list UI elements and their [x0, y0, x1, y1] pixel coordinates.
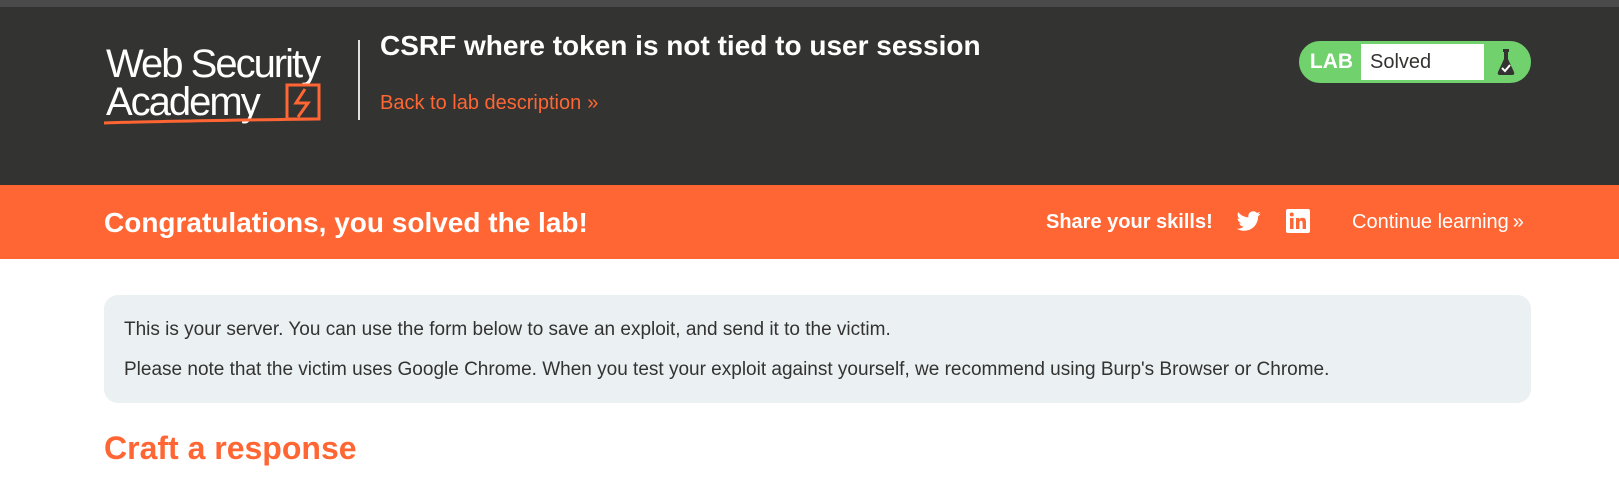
- server-info-box: This is your server. You can use the for…: [104, 295, 1531, 403]
- flask-icon: [1485, 44, 1528, 80]
- continue-learning-link[interactable]: Continue learning»: [1352, 211, 1524, 234]
- server-info-line-2: Please note that the victim uses Google …: [124, 359, 1330, 380]
- congratulations-message: Congratulations, you solved the lab!: [104, 207, 588, 238]
- lab-badge-label: LAB: [1309, 50, 1354, 73]
- linkedin-icon[interactable]: [1286, 209, 1310, 233]
- logo-bolt: [293, 88, 311, 118]
- back-to-lab-description-link[interactable]: Back to lab description»: [380, 92, 598, 115]
- twitter-icon[interactable]: [1236, 209, 1262, 233]
- academy-logo-graphic: Web Security Academy: [103, 42, 323, 125]
- logo-line-2: Academy: [106, 80, 261, 124]
- logo-divider: [358, 40, 360, 120]
- lab-title: CSRF where token is not tied to user ses…: [380, 30, 981, 61]
- web-security-academy-logo[interactable]: Web Security Academy: [103, 37, 362, 137]
- continue-learning-label: Continue learning: [1352, 211, 1509, 233]
- double-chevron-right-icon: »: [587, 92, 598, 114]
- lab-header: Web Security Academy CSRF where token is…: [0, 7, 1619, 185]
- lab-status-badge: LAB Solved: [1299, 41, 1531, 83]
- server-info-line-1: This is your server. You can use the for…: [124, 319, 891, 340]
- craft-response-heading: Craft a response: [104, 430, 357, 466]
- lab-status-text: Solved: [1361, 44, 1484, 80]
- share-skills-label: Share your skills!: [1046, 211, 1213, 233]
- congratulations-banner: Congratulations, you solved the lab! Sha…: [0, 185, 1619, 259]
- back-link-label: Back to lab description: [380, 92, 582, 114]
- double-chevron-right-icon: »: [1512, 211, 1524, 233]
- browser-top-strip: [0, 0, 1619, 7]
